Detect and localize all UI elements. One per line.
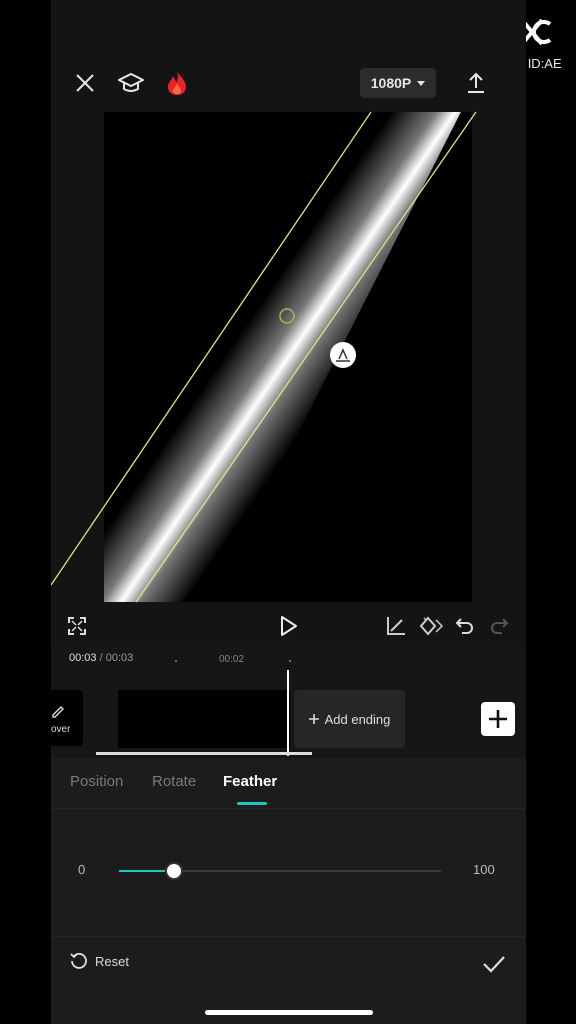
playback-controls: [51, 606, 526, 646]
undo-icon[interactable]: [451, 612, 479, 640]
active-tab-indicator: [237, 802, 267, 805]
tab-position[interactable]: Position: [70, 773, 123, 790]
chevron-down-icon: [417, 80, 426, 86]
tab-rotate[interactable]: Rotate: [152, 773, 196, 790]
tutorial-cap-icon[interactable]: [116, 68, 146, 98]
total-time: 00:03: [105, 652, 134, 664]
playhead[interactable]: [287, 670, 289, 756]
time-separator: /: [99, 652, 103, 664]
redo-icon[interactable]: [485, 612, 513, 640]
flame-icon[interactable]: [162, 68, 192, 98]
keyframe-graph-icon[interactable]: [382, 612, 410, 640]
time-readout: 00:03 / 00:03: [69, 652, 133, 664]
keyframe-add-icon[interactable]: [417, 612, 445, 640]
timeline-tick: [289, 660, 291, 662]
bottom-bar: Reset: [51, 936, 526, 1024]
feathered-mask-preview: [104, 112, 472, 602]
resolution-dropdown[interactable]: 1080P: [360, 68, 436, 98]
current-time: 00:03: [69, 652, 97, 664]
slider-thumb[interactable]: [164, 862, 183, 880]
add-ending-label: Add ending: [324, 711, 391, 727]
tab-feather[interactable]: Feather: [223, 773, 277, 790]
home-indicator: [205, 1010, 373, 1015]
feather-slider[interactable]: [119, 862, 441, 880]
timeline-tick: [175, 660, 177, 662]
fullscreen-icon[interactable]: [63, 612, 91, 640]
audio-track-line: [96, 752, 312, 755]
export-upload-icon[interactable]: [461, 68, 491, 98]
cover-label: over: [51, 724, 71, 735]
mask-tabs: Position Rotate Feather: [51, 758, 526, 808]
top-bar: 1080P: [51, 62, 526, 106]
set-cover-button[interactable]: over: [51, 690, 83, 746]
plus-icon: [489, 710, 507, 728]
add-clip-button[interactable]: [481, 702, 515, 736]
play-icon[interactable]: [274, 612, 302, 640]
feather-slider-panel: 0 100: [51, 808, 526, 936]
resolution-label: 1080P: [370, 75, 412, 91]
video-clip[interactable]: [118, 690, 290, 748]
confirm-check-icon[interactable]: [479, 949, 509, 979]
timeline[interactable]: 00:03 / 00:03 00:02 over Add ending: [51, 646, 526, 758]
video-preview[interactable]: [104, 112, 472, 602]
edit-pencil-icon: [52, 706, 64, 718]
slider-max-label: 100: [473, 862, 495, 877]
reset-button[interactable]: Reset: [69, 951, 129, 971]
slider-min-label: 0: [78, 862, 86, 877]
close-icon[interactable]: [70, 68, 100, 98]
timeline-tick-label: 00:02: [219, 654, 245, 665]
plus-icon: [308, 714, 319, 724]
reset-icon: [70, 953, 87, 969]
reset-label: Reset: [95, 953, 129, 969]
app-screen: 1080P 00:03 / 00:03 00:02 over Add endin…: [51, 0, 526, 1024]
add-ending-button[interactable]: Add ending: [294, 690, 405, 748]
